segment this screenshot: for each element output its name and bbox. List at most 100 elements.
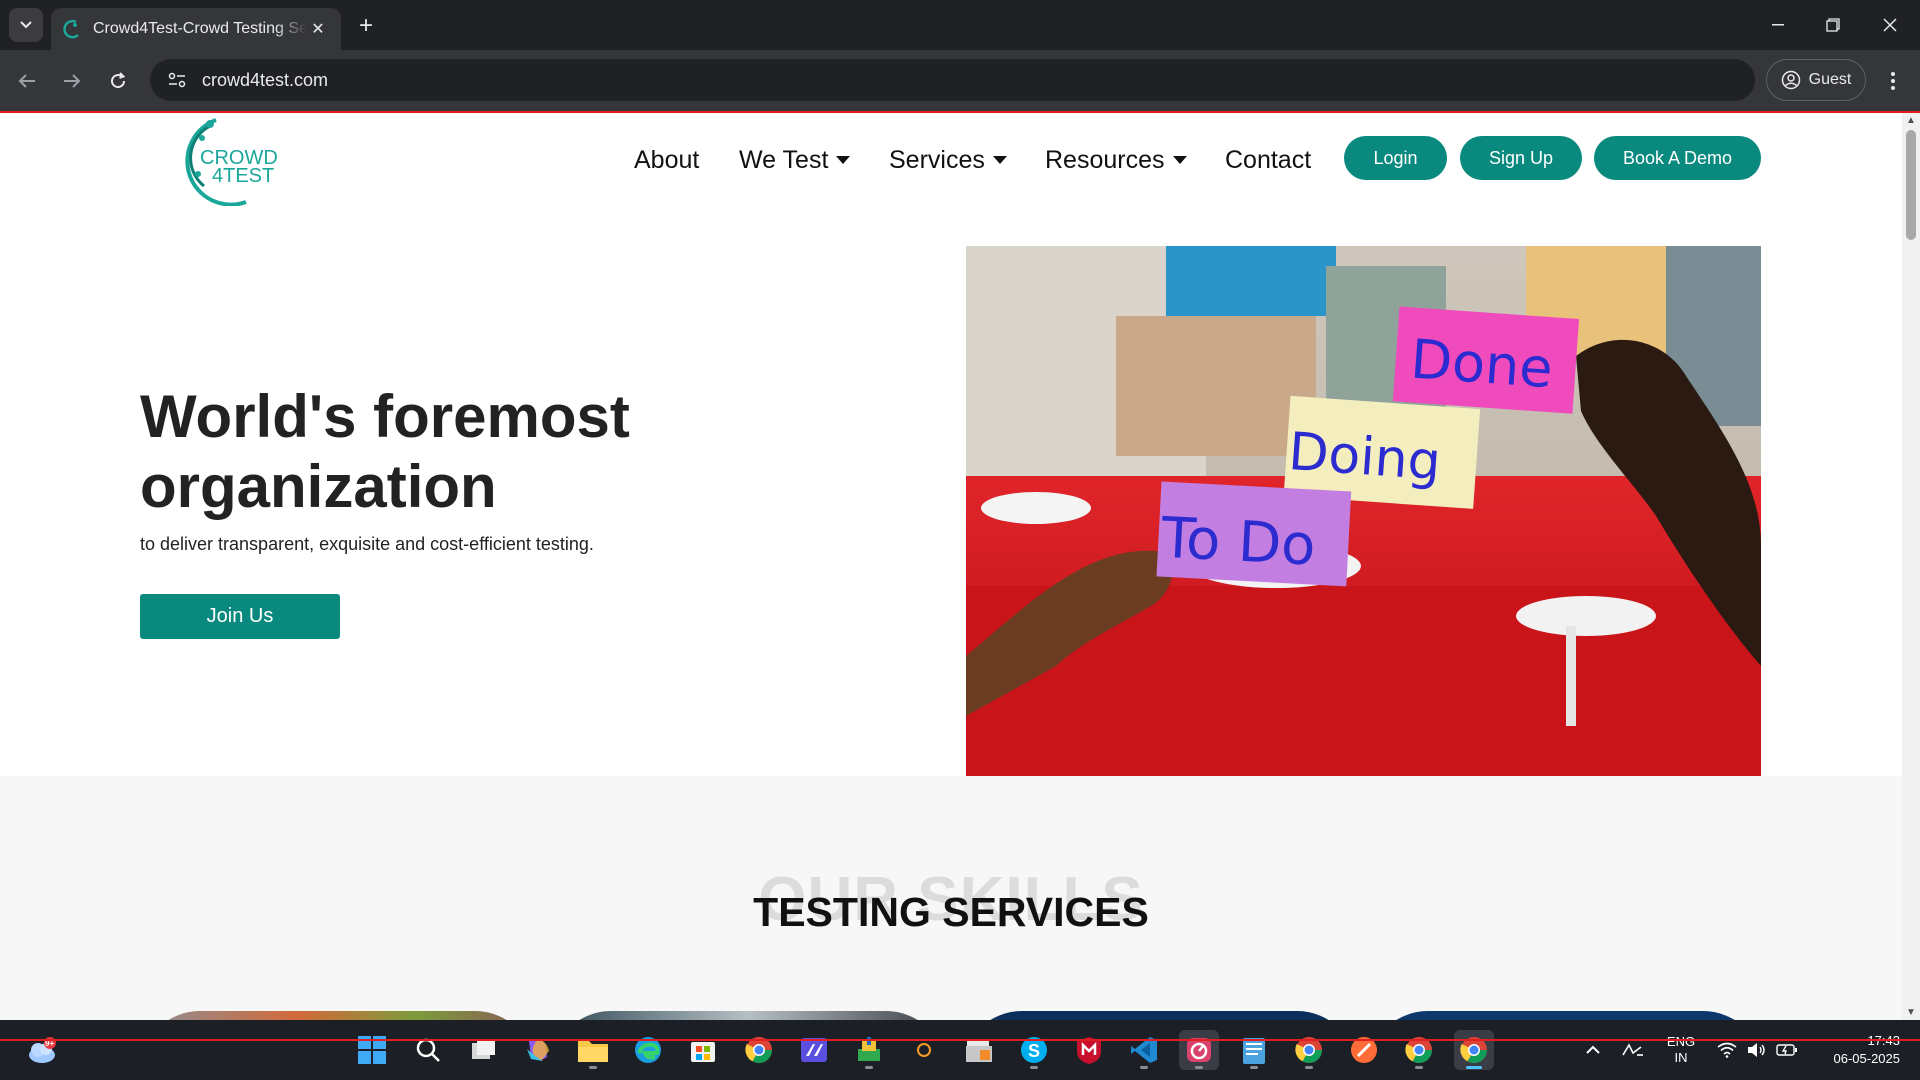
chrome-app-1[interactable] bbox=[739, 1030, 779, 1070]
service-card-4[interactable] bbox=[1368, 1011, 1763, 1020]
task-view-icon bbox=[472, 1039, 495, 1059]
minimize-button[interactable] bbox=[1758, 8, 1798, 42]
hero-title-line1: World's foremost bbox=[140, 383, 630, 450]
service-card-1[interactable] bbox=[140, 1011, 535, 1020]
join-us-button[interactable]: Join Us bbox=[140, 594, 340, 639]
skype-app[interactable]: S bbox=[1014, 1030, 1054, 1070]
more-vertical-icon bbox=[1891, 72, 1895, 90]
battery-icon[interactable] bbox=[1772, 1020, 1802, 1080]
store-app[interactable] bbox=[683, 1030, 723, 1070]
browser-menu-button[interactable] bbox=[1878, 64, 1908, 98]
clock[interactable]: 17:43 06-05-2025 bbox=[1808, 1020, 1908, 1080]
login-button[interactable]: Login bbox=[1344, 136, 1447, 180]
language-indicator[interactable]: ENG IN bbox=[1658, 1020, 1704, 1080]
network-activity-icon[interactable] bbox=[1615, 1020, 1651, 1080]
start-button[interactable] bbox=[352, 1030, 392, 1070]
caret-down-icon bbox=[1172, 156, 1187, 164]
crowd4test-logo[interactable]: CROWD 4TEST bbox=[176, 114, 281, 206]
region-label: IN bbox=[1674, 1050, 1688, 1065]
new-tab-button[interactable]: + bbox=[352, 12, 380, 40]
windows-taskbar: 9+ S ENG IN 06-05-2025 bbox=[0, 1020, 1920, 1080]
svg-text:S: S bbox=[1028, 1041, 1040, 1061]
nav-services[interactable]: Services bbox=[889, 140, 1007, 180]
notepad-app[interactable] bbox=[1234, 1030, 1274, 1070]
scroll-up-arrow-icon[interactable]: ▲ bbox=[1902, 112, 1920, 128]
reload-icon bbox=[111, 72, 126, 89]
snipping-app[interactable] bbox=[1179, 1030, 1219, 1070]
file-manager-app[interactable] bbox=[959, 1030, 999, 1070]
chrome-app-2[interactable] bbox=[1289, 1030, 1329, 1070]
hero-subtitle: to deliver transparent, exquisite and co… bbox=[140, 534, 594, 554]
scroll-thumb[interactable] bbox=[1906, 130, 1916, 240]
vscode-app[interactable] bbox=[1124, 1030, 1164, 1070]
annotation-line-bottom bbox=[0, 1039, 1920, 1041]
nav-about[interactable]: About bbox=[634, 140, 699, 180]
browser-tab[interactable]: Crowd4Test-Crowd Testing Services ✕ bbox=[51, 8, 341, 50]
restore-icon bbox=[1826, 18, 1840, 32]
caret-down-icon bbox=[836, 156, 851, 164]
taskbar-search[interactable] bbox=[408, 1030, 448, 1070]
profile-button[interactable]: Guest bbox=[1766, 59, 1866, 101]
clock-date: 06-05-2025 bbox=[1833, 1051, 1901, 1066]
tab-search-button[interactable] bbox=[9, 8, 43, 42]
close-window-button[interactable] bbox=[1870, 8, 1910, 42]
weather-widget[interactable]: 9+ bbox=[22, 1030, 62, 1070]
restore-button[interactable] bbox=[1813, 8, 1853, 42]
nav-we-test-label: We Test bbox=[739, 145, 829, 174]
forward-button[interactable] bbox=[55, 64, 89, 98]
hero-title: World's foremost organization bbox=[140, 382, 700, 522]
site-info-icon[interactable] bbox=[164, 67, 190, 93]
task-view-button[interactable] bbox=[464, 1030, 504, 1070]
note-todo: To Do bbox=[1156, 481, 1352, 587]
nav-resources-label: Resources bbox=[1045, 145, 1165, 174]
svg-text:Done: Done bbox=[1409, 327, 1555, 400]
game-app[interactable] bbox=[849, 1030, 889, 1070]
nav-we-test[interactable]: We Test bbox=[739, 140, 851, 180]
svg-text:Doing: Doing bbox=[1287, 422, 1443, 492]
wifi-icon[interactable] bbox=[1712, 1020, 1742, 1080]
reload-button[interactable] bbox=[101, 64, 135, 98]
ring-icon bbox=[917, 1043, 931, 1057]
edge-app[interactable] bbox=[628, 1030, 668, 1070]
annotation-line-top bbox=[0, 111, 1920, 113]
url-text: crowd4test.com bbox=[202, 69, 329, 90]
copilot-app[interactable] bbox=[518, 1030, 558, 1070]
tab-close-icon[interactable]: ✕ bbox=[307, 18, 329, 40]
service-card-2[interactable] bbox=[551, 1011, 946, 1020]
chrome-app-active[interactable] bbox=[1454, 1030, 1494, 1070]
svg-text:To Do: To Do bbox=[1159, 506, 1317, 579]
tray-app-circle[interactable] bbox=[904, 1030, 944, 1070]
language-label: ENG bbox=[1666, 1034, 1696, 1049]
scroll-down-arrow-icon[interactable]: ▼ bbox=[1902, 1004, 1920, 1020]
running-indicator bbox=[1140, 1066, 1148, 1069]
tab-title: Crowd4Test-Crowd Testing Services bbox=[93, 20, 307, 37]
page-viewport: CROWD 4TEST About We Test Services Resou… bbox=[0, 112, 1902, 1020]
back-button[interactable] bbox=[10, 64, 44, 98]
chevron-up-icon bbox=[1586, 1045, 1600, 1054]
chrome-app-3[interactable] bbox=[1399, 1030, 1439, 1070]
running-indicator bbox=[589, 1066, 597, 1069]
mcafee-app[interactable] bbox=[1069, 1030, 1109, 1070]
address-bar[interactable]: crowd4test.com bbox=[150, 59, 1755, 101]
page-scrollbar[interactable]: ▲ ▼ bbox=[1902, 112, 1920, 1020]
nav-services-label: Services bbox=[889, 145, 985, 174]
nav-resources[interactable]: Resources bbox=[1045, 140, 1187, 180]
nav-contact[interactable]: Contact bbox=[1225, 140, 1311, 180]
arrow-left-icon bbox=[18, 74, 35, 88]
editor-app[interactable] bbox=[794, 1030, 834, 1070]
crowd4test-favicon-icon bbox=[63, 20, 79, 39]
postman-app[interactable] bbox=[1344, 1030, 1384, 1070]
arrow-right-icon bbox=[64, 74, 81, 88]
running-indicator bbox=[1195, 1066, 1203, 1069]
service-card-3[interactable] bbox=[962, 1011, 1357, 1020]
file-explorer-app[interactable] bbox=[573, 1030, 613, 1070]
signup-button[interactable]: Sign Up bbox=[1460, 136, 1582, 180]
minimize-icon bbox=[1772, 24, 1784, 26]
chevron-down-icon bbox=[20, 21, 32, 29]
volume-icon[interactable] bbox=[1742, 1020, 1772, 1080]
caret-down-icon bbox=[992, 156, 1007, 164]
show-hidden-icons-button[interactable] bbox=[1578, 1020, 1608, 1080]
note-done: Done bbox=[1392, 306, 1580, 414]
hero-title-line2: organization bbox=[140, 453, 497, 520]
book-demo-button[interactable]: Book A Demo bbox=[1594, 136, 1761, 180]
